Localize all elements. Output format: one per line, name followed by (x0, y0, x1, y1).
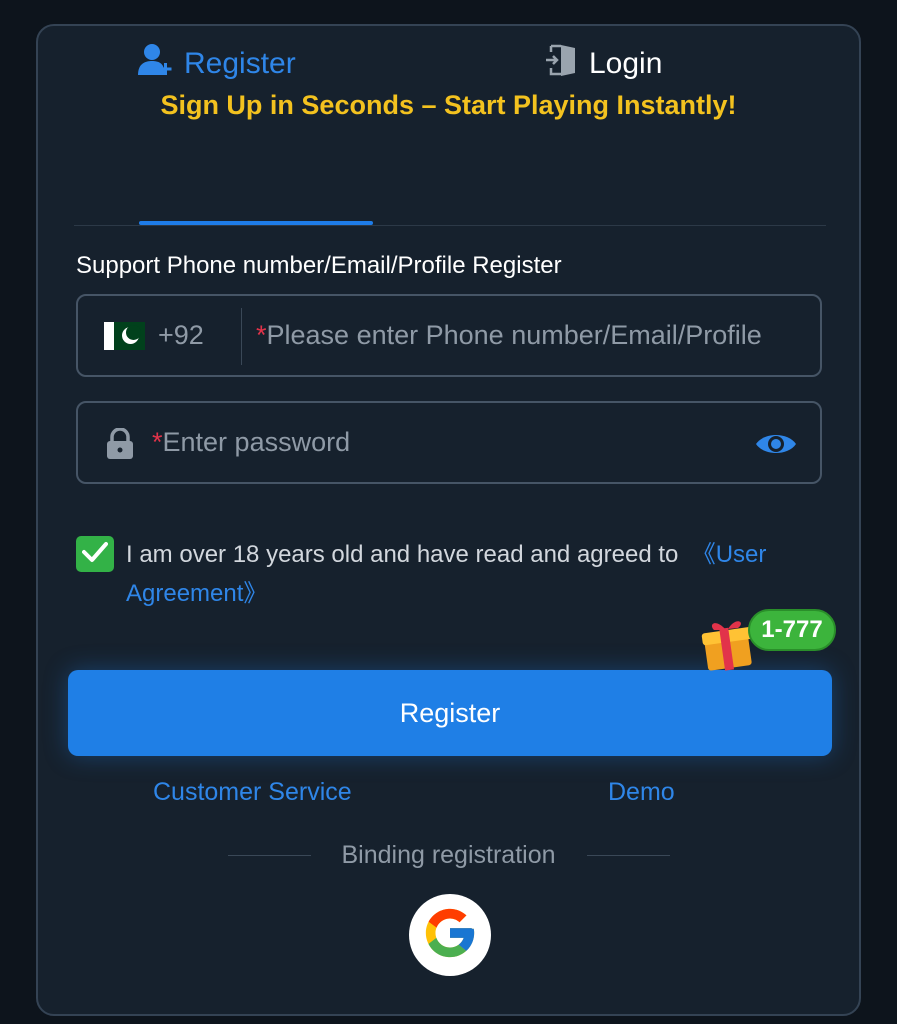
agreement-label: I am over 18 years old and have read and… (126, 541, 679, 568)
binding-registration-label: Binding registration (341, 841, 556, 869)
auth-tabs (74, 151, 826, 226)
lock-icon (106, 427, 134, 465)
gift-icon (700, 614, 756, 677)
bonus-badge: 1-777 (748, 609, 836, 651)
tab-login-label: Login (589, 46, 663, 80)
google-icon (421, 904, 479, 967)
support-label: Support Phone number/Email/Profile Regis… (76, 252, 562, 279)
customer-service-link[interactable]: Customer Service (153, 778, 352, 807)
active-tab-indicator (139, 221, 373, 225)
country-code[interactable]: +92 (158, 320, 204, 351)
pakistan-flag-icon[interactable] (104, 322, 145, 350)
demo-link[interactable]: Demo (608, 778, 675, 807)
add-user-icon (138, 43, 174, 85)
phone-input[interactable]: *Please enter Phone number/Email/Profile (256, 320, 762, 351)
phone-placeholder: Please enter Phone number/Email/Profile (266, 320, 762, 350)
phone-field[interactable]: +92 *Please enter Phone number/Email/Pro… (76, 294, 822, 377)
google-login-button[interactable] (409, 894, 491, 976)
password-input[interactable]: *Enter password (152, 427, 350, 458)
tab-register[interactable]: Register (138, 26, 296, 101)
field-divider (241, 308, 242, 365)
agreement-text: I am over 18 years old and have read and… (126, 535, 816, 613)
required-mark: * (152, 427, 163, 457)
tab-login[interactable]: Login (545, 26, 662, 101)
required-mark: * (256, 320, 267, 350)
separator-line-right (587, 855, 670, 856)
check-icon (82, 541, 108, 568)
register-button[interactable]: Register (68, 670, 832, 756)
register-card: Sign Up in Seconds – Start Playing Insta… (36, 24, 861, 1016)
door-login-icon (545, 43, 579, 85)
password-placeholder: Enter password (162, 427, 351, 457)
password-field[interactable]: *Enter password (76, 401, 822, 484)
eye-icon[interactable] (754, 430, 798, 463)
agree-checkbox[interactable] (76, 536, 114, 572)
tab-register-label: Register (184, 46, 296, 80)
